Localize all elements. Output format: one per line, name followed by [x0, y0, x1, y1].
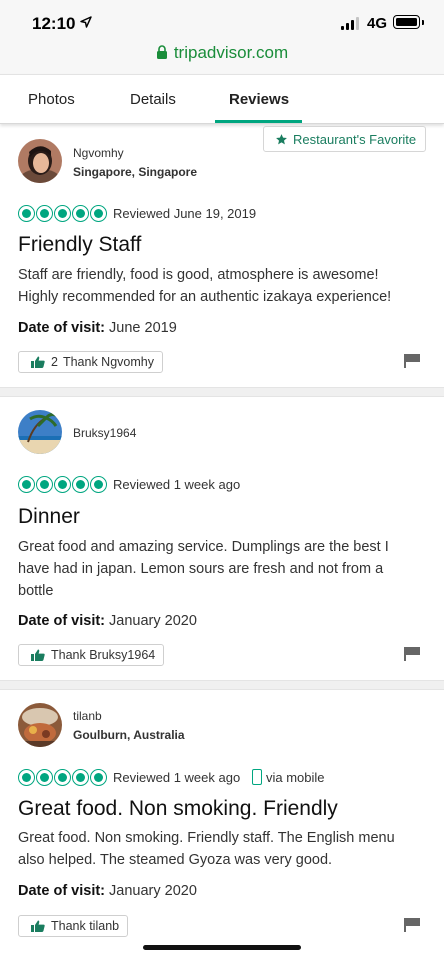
thank-label: Thank tilanb	[51, 919, 120, 933]
review-card: Bruksy1964 Reviewed 1 week ago Dinner Gr…	[0, 397, 444, 680]
review-body: Great food and amazing service. Dumpling…	[18, 539, 389, 599]
visit-label: Date of visit:	[18, 320, 106, 336]
mobile-phone-icon	[252, 769, 262, 785]
badge-label: Restaurant's Favorite	[293, 132, 417, 147]
restaurants-favorite-badge: Restaurant's Favorite	[263, 126, 426, 152]
visit-date: January 2020	[109, 613, 197, 629]
thank-button[interactable]: 2 Thank Ngvomhy	[18, 351, 163, 373]
signal-icon	[341, 17, 363, 30]
avatar[interactable]	[18, 410, 62, 454]
star-icon	[276, 134, 287, 145]
date-of-visit: Date of visit: January 2020	[18, 613, 197, 629]
review-separator	[0, 680, 444, 690]
status-bar: 12:10 4G	[0, 0, 444, 40]
visit-label: Date of visit:	[18, 883, 106, 899]
network-type: 4G	[367, 15, 388, 32]
review-title[interactable]: Great food. Non smoking. Friendly	[18, 797, 338, 821]
date-of-visit: Date of visit: June 2019	[18, 320, 177, 336]
review-date: Reviewed June 19, 2019	[113, 206, 257, 221]
review-title[interactable]: Friendly Staff	[18, 233, 141, 257]
url-bar[interactable]: tripadvisor.com	[0, 40, 444, 74]
visit-date: January 2020	[109, 883, 197, 899]
thumbs-up-icon	[31, 649, 45, 661]
reviewer-name[interactable]: Bruksy1964	[73, 426, 136, 440]
battery-icon	[393, 15, 424, 29]
flag-icon[interactable]	[404, 918, 420, 932]
review-body: Staff are friendly, food is good, atmosp…	[18, 267, 392, 305]
rating-bubbles	[18, 476, 107, 493]
reviewer-location: Singapore, Singapore	[73, 165, 198, 179]
reviewer-name[interactable]: tilanb	[73, 709, 102, 723]
review-date: Reviewed 1 week ago	[113, 770, 241, 785]
review-body: Great food. Non smoking. Friendly staff.…	[18, 830, 395, 868]
tab-photos[interactable]: Photos	[28, 91, 75, 108]
visit-date: June 2019	[109, 320, 177, 336]
flag-icon[interactable]	[404, 647, 420, 661]
review-date: Reviewed 1 week ago	[113, 477, 241, 492]
tab-bar: Photos Details Reviews	[0, 74, 444, 124]
reviewer-name[interactable]: Ngvomhy	[73, 146, 124, 160]
flag-icon[interactable]	[404, 354, 420, 368]
tab-reviews[interactable]: Reviews	[229, 91, 289, 108]
status-time: 12:10	[32, 14, 76, 33]
rating-bubbles	[18, 769, 107, 786]
url-text: tripadvisor.com	[173, 43, 289, 62]
review-card: Ngvomhy Singapore, Singapore Reviewed Ju…	[0, 125, 444, 387]
visit-label: Date of visit:	[18, 613, 106, 629]
thumbs-up-icon	[31, 356, 45, 368]
thumbs-up-icon	[31, 920, 45, 932]
thank-count: 2	[51, 355, 58, 369]
review-separator	[0, 387, 444, 397]
tab-details[interactable]: Details	[130, 91, 176, 108]
thank-button[interactable]: Thank tilanb	[18, 915, 129, 937]
location-arrow-icon	[80, 16, 92, 28]
home-indicator[interactable]	[143, 945, 301, 950]
thank-label: Thank Bruksy1964	[51, 648, 156, 662]
thank-button[interactable]: Thank Bruksy1964	[18, 644, 165, 666]
active-tab-indicator	[215, 120, 302, 123]
reviewer-location: Goulburn, Australia	[73, 728, 185, 742]
review-title[interactable]: Dinner	[18, 505, 80, 529]
rating-bubbles	[18, 205, 107, 222]
via-mobile-label: via mobile	[266, 770, 325, 785]
review-card: tilanb Goulburn, Australia Reviewed 1 we…	[0, 690, 444, 960]
avatar[interactable]	[18, 703, 62, 747]
avatar[interactable]	[18, 139, 62, 183]
date-of-visit: Date of visit: January 2020	[18, 883, 197, 899]
lock-icon	[156, 45, 168, 59]
thank-label: Thank Ngvomhy	[62, 355, 154, 369]
